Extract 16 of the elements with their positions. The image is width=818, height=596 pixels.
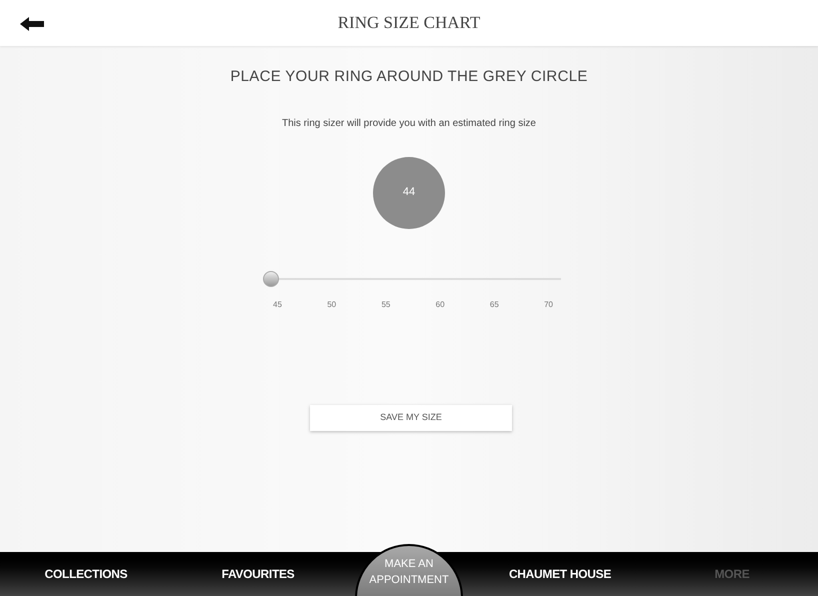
tick-label: 70 <box>544 298 553 310</box>
tick-label: 55 <box>381 298 390 310</box>
tick-label: 65 <box>490 298 499 310</box>
size-slider[interactable] <box>263 270 561 286</box>
nav-tab[interactable]: COLLECTIONS <box>0 565 172 583</box>
nav-tab[interactable]: CHAUMET HOUSE <box>474 565 646 583</box>
nav-tab[interactable]: FAVOURITES <box>172 565 344 583</box>
tick-label: 50 <box>327 298 336 310</box>
instruction-heading: PLACE YOUR RING AROUND THE GREY CIRCLE <box>230 67 588 87</box>
tick-label: 60 <box>436 298 445 310</box>
save-size-button[interactable]: SAVE MY SIZE <box>310 404 512 430</box>
page-title: RING SIZE CHART <box>338 12 480 34</box>
slider-thumb[interactable] <box>263 270 279 286</box>
instruction-text: This ring sizer will provide you with an estimated ring size <box>282 116 536 130</box>
back-arrow-icon[interactable] <box>20 17 44 31</box>
tick-label: 45 <box>273 298 282 310</box>
